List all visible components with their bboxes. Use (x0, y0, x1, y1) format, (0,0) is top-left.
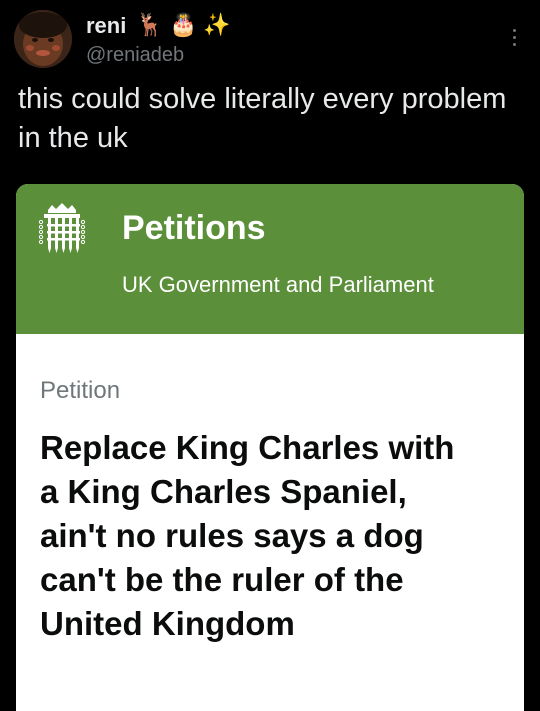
petition-title: Replace King Charles with a King Charles… (40, 429, 455, 642)
avatar[interactable] (14, 10, 72, 68)
petitions-site-title: Petitions (122, 209, 266, 247)
user-block: reni 🦌 🎂 ✨ @reniadeb (86, 10, 237, 70)
display-name[interactable]: reni (86, 13, 126, 39)
deer-emoji-icon: 🦌 (136, 13, 164, 38)
avatar-image (14, 10, 72, 68)
display-name-row: reni 🦌 🎂 ✨ (86, 12, 237, 40)
petition-label: Petition (40, 377, 121, 404)
more-dots-vertical-icon[interactable] (502, 22, 526, 52)
tweet-header: reni 🦌 🎂 ✨ @reniadeb (14, 10, 526, 70)
portcullis-icon (38, 202, 86, 260)
petition-link-card[interactable]: Petitions UK Government and Parliament P… (16, 184, 524, 711)
sparkles-emoji-icon: ✨ (203, 13, 231, 38)
petition-card-header: Petitions UK Government and Parliament (16, 184, 524, 334)
birthday-cake-emoji-icon: 🎂 (169, 13, 198, 38)
tweet[interactable]: reni 🦌 🎂 ✨ @reniadeb this could solve li… (0, 0, 540, 711)
tweet-text: this could solve literally every problem… (18, 83, 507, 154)
petition-card-body: Petition Replace King Charles with a Kin… (16, 334, 524, 711)
petitions-site-subtitle: UK Government and Parliament (122, 272, 434, 297)
user-handle[interactable]: @reniadeb (86, 44, 237, 68)
